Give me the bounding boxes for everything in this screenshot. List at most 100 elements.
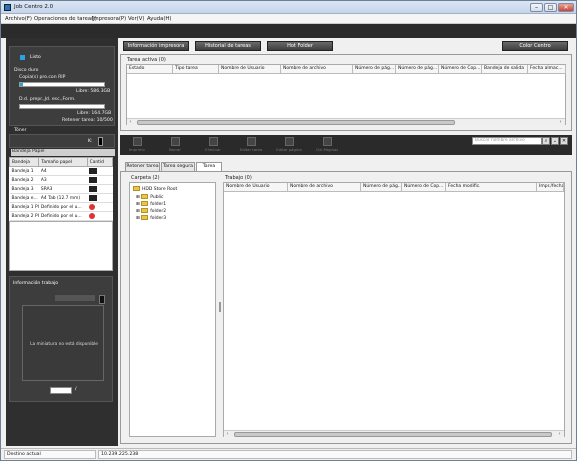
col-user-name[interactable]: Nombre de Usuario [224,183,288,192]
scroll-left-icon[interactable]: ‹ [127,119,134,126]
edit-job-tool[interactable]: Editar tarea [236,137,266,154]
tray-size: A3 [38,175,88,185]
edit-job-icon [246,137,256,146]
tab-secure-job[interactable]: Tarea segura [161,162,195,171]
thumbnail-toolbar [55,295,95,301]
scroll-thumb[interactable] [137,120,455,125]
scroll-right-icon[interactable]: › [556,431,563,438]
scroll-left-icon[interactable]: ‹ [224,431,231,438]
tray-level-icon [89,194,98,201]
tab-retain-job[interactable]: Retener tarea [125,162,160,171]
col-copies[interactable]: Número de Cop... [402,183,446,192]
tray-size: A4 [38,166,88,176]
tree-item-folder2[interactable]: ⊞ folder2 [136,208,166,214]
table-row[interactable]: Bandeja e... A4 Tab (12.7 mm) [9,193,113,203]
disk-title: Disco duro [14,68,39,73]
folder-title: Carpeta (2) [131,175,160,181]
destination-ip: 10.239.225.238 [98,450,572,459]
tray-size: SRA3 [38,184,88,194]
col-pages[interactable]: Número de pág... [361,183,402,192]
table-row[interactable]: Bandeja 3 SRA3 [9,184,113,194]
tray-size: Definido por el u... [38,202,88,212]
retain-count: Retener tarea: 10/500 [62,118,113,123]
status-label: Listo [30,55,41,60]
tree-item-folder3[interactable]: ⊞ folder3 [136,215,166,221]
tree-root[interactable]: HDD Store Root [133,186,177,192]
scroll-thumb[interactable] [234,432,552,437]
tree-item-public[interactable]: ⊞ Public [136,194,164,200]
tab-hdd-job[interactable]: Tarea HDD [196,162,222,177]
active-jobs-title: Tarea activa (0) [127,57,166,63]
disk1-free: Libre: 586.3GB [76,89,111,94]
job-info-title: Información trabajo [13,281,59,286]
tray-name: Bandeja 3 [9,184,39,194]
status-bar: Destino actual 10.239.225.238 [1,448,576,460]
title-bar: Job Centro 2.0 – □ ✕ [1,1,576,14]
thumbnail-scroll[interactable] [99,295,105,304]
menu-bar: Archivo(F) Operaciones de tarea(J) Impre… [1,14,576,24]
header-band [1,24,576,38]
col-user-name[interactable]: Nombre de Usuario [219,65,281,74]
window-title: Job Centro 2.0 [14,4,54,10]
table-row[interactable]: Bandeja 1 PI Definido por el u... [9,202,113,212]
color-centro-button[interactable]: Color Centro [502,41,568,51]
printer-info-button[interactable]: Información impresora [123,41,189,51]
col-stored-date[interactable]: Fecha almac... [528,65,566,74]
active-jobs-panel: Tarea activa (0) Estado Tipo tarea Nombr… [120,54,572,131]
disk2-free: Libre: 164.7GB [77,111,112,116]
col-modified-date[interactable]: Fecha modific. [446,183,537,192]
menu-file[interactable]: Archivo(F) [5,16,32,22]
page-control-tool[interactable]: Ctrl.Páginas [312,137,342,154]
remove-tool[interactable]: Eliminar [198,137,228,154]
minimize-button[interactable]: – [530,3,543,12]
hot-folder-button[interactable]: Hot Folder [267,41,333,51]
toner-section: K: [9,134,115,148]
jobs-hscroll[interactable]: ‹ › [224,430,564,437]
disk2-label: D.d. prepr.,Jd. esc.,Form. [19,97,76,102]
tray-name: Bandeja 2 [9,175,39,185]
tray-header-qty: Cantid [86,157,114,167]
paper-tray-table: Bandeja Tamaño papel Cantid Bandeja 1 A4 … [8,157,114,221]
clear-search-icon[interactable]: ✕ [560,137,568,145]
col-output-tray[interactable]: Bandeja de salida [482,65,528,74]
col-job-type[interactable]: Tipo tarea [173,65,219,74]
current-destination-label: Destino actual [4,450,96,459]
tray-name: Bandeja 2 PI [9,211,39,221]
delete-tool[interactable]: Borrar [160,137,190,154]
col-file-name[interactable]: Nombre de archivo [288,183,361,192]
col-file-name[interactable]: Nombre de archivo [281,65,353,74]
tray-size: Definido por el u... [38,211,88,221]
close-button[interactable]: ✕ [558,3,574,12]
search-icon[interactable]: ⌕ [542,137,550,145]
tray-name: Bandeja e... [9,193,39,203]
disk1-label: Copia(s) pro.con RIP [19,75,66,80]
col-print-date[interactable]: Impr./fecha [537,183,564,192]
locked-folder-icon [141,215,149,220]
menu-printer[interactable]: Impresora(P) [92,16,126,22]
print-icon [132,137,142,146]
job-history-button[interactable]: Historial de tareas [195,41,261,51]
locked-folder-icon [141,208,149,213]
col-copies[interactable]: Número de Cop... [439,65,482,74]
col-status[interactable]: Estado [127,65,173,74]
search-input[interactable]: Buscar nombre archivo [472,137,542,145]
splitter-handle[interactable] [219,302,221,312]
scroll-right-icon[interactable]: › [557,119,564,126]
search-options-icon[interactable]: ⌄ [551,137,559,145]
col-pages-2[interactable]: Número de pág... [396,65,439,74]
app-icon [4,4,11,11]
menu-view[interactable]: Ver(V) [128,16,144,22]
table-row[interactable]: Bandeja 2 PI Definido por el u... [9,211,113,221]
table-row[interactable]: Bandeja 2 A3 [9,175,113,185]
menu-help[interactable]: Ayuda(H) [147,16,171,22]
edit-page-tool[interactable]: Editar página [274,137,304,154]
page-number-input[interactable] [50,387,72,394]
print-tool[interactable]: Imprimir [122,137,152,154]
col-pages-1[interactable]: Número de pág... [353,65,396,74]
active-jobs-hscroll[interactable]: ‹ › [127,118,565,125]
folder-tree: HDD Store Root ⊞ Public ⊞ folder1 ⊞ fold… [129,182,216,437]
menu-job-operations[interactable]: Operaciones de tarea(J) [34,16,97,22]
tree-item-folder1[interactable]: ⊞ folder1 [136,201,166,207]
maximize-button[interactable]: □ [544,3,557,12]
table-row[interactable]: Bandeja 1 A4 [9,166,113,176]
